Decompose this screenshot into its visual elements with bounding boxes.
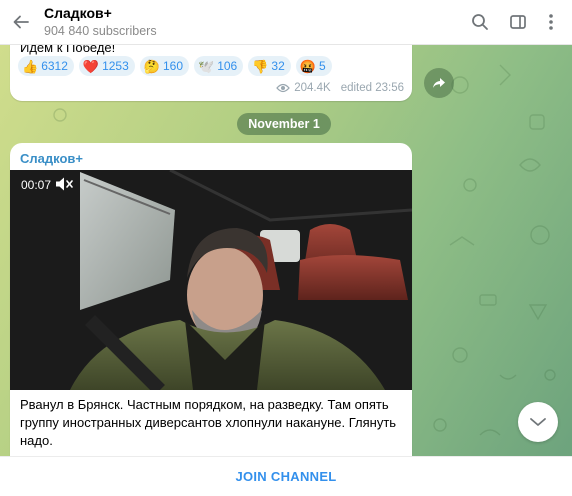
share-button[interactable] xyxy=(424,68,454,98)
thumbs-up-icon: 👍 xyxy=(22,58,39,74)
message-text: Идем к Победе! xyxy=(20,45,116,55)
channel-footer: JOIN CHANNEL xyxy=(0,456,572,496)
reaction-thumbs-down[interactable]: 👎 32 xyxy=(248,56,291,76)
search-icon xyxy=(472,14,488,30)
message-bubble[interactable]: Сладков+ 00:07 Рванул в Брянск. Частным … xyxy=(10,143,412,456)
sender-name[interactable]: Сладков+ xyxy=(20,151,83,166)
reaction-angry[interactable]: 🤬 5 xyxy=(295,56,332,76)
reaction-count: 6312 xyxy=(41,59,68,73)
muted-speaker-icon[interactable] xyxy=(55,176,73,192)
chat-title[interactable]: Сладков+ xyxy=(44,5,112,21)
previous-message-bubble[interactable]: Идем к Победе! 👍 6312 ❤️ 1253 🤔 160 🕊️ 1… xyxy=(10,45,412,101)
heart-icon: ❤️ xyxy=(82,58,100,74)
video-thumbnail xyxy=(10,170,412,390)
reaction-heart[interactable]: ❤️ 1253 xyxy=(78,56,135,76)
eye-icon xyxy=(276,83,291,93)
view-count: 204.4K xyxy=(294,82,331,94)
more-menu-button[interactable] xyxy=(540,11,562,33)
chevron-down-icon xyxy=(530,418,546,426)
more-vertical-icon xyxy=(549,14,553,30)
reaction-count: 32 xyxy=(271,59,285,73)
search-button[interactable] xyxy=(469,11,491,33)
chat-header: Сладков+ 904 840 subscribers xyxy=(0,0,572,45)
thumbs-down-icon: 👎 xyxy=(252,58,269,74)
message-meta: 204.4K edited 23:56 xyxy=(276,82,404,94)
reaction-thinking[interactable]: 🤔 160 xyxy=(139,56,189,76)
chat-area[interactable]: Идем к Победе! 👍 6312 ❤️ 1253 🤔 160 🕊️ 1… xyxy=(0,45,572,456)
reaction-count: 160 xyxy=(162,59,183,73)
reaction-thumbs-up[interactable]: 👍 6312 xyxy=(18,56,74,76)
reaction-dove[interactable]: 🕊️ 106 xyxy=(194,56,244,76)
back-button[interactable] xyxy=(10,11,32,33)
share-icon xyxy=(433,78,445,88)
subscriber-count: 904 840 subscribers xyxy=(44,24,157,38)
message-caption: Рванул в Брянск. Частным порядком, на ра… xyxy=(20,397,397,448)
date-separator: November 1 xyxy=(237,113,331,135)
reaction-count: 5 xyxy=(318,59,326,73)
reaction-count: 106 xyxy=(217,59,238,73)
video-player[interactable]: 00:07 xyxy=(10,170,412,390)
reaction-count: 1253 xyxy=(102,59,129,73)
sidebar-toggle-icon xyxy=(510,15,526,29)
thinking-face-icon: 🤔 xyxy=(143,58,160,74)
angry-face-icon: 🤬 xyxy=(299,58,316,74)
dove-icon: 🕊️ xyxy=(198,58,215,74)
arrow-left-icon xyxy=(13,15,29,29)
video-timestamp: 00:07 xyxy=(21,178,52,192)
join-channel-button[interactable]: JOIN CHANNEL xyxy=(235,469,336,484)
sidebar-toggle-button[interactable] xyxy=(507,11,529,33)
reactions-bar: 👍 6312 ❤️ 1253 🤔 160 🕊️ 106 👎 32 🤬 5 xyxy=(18,56,332,76)
edited-time: edited 23:56 xyxy=(340,82,404,94)
scroll-to-bottom-button[interactable] xyxy=(518,402,558,442)
